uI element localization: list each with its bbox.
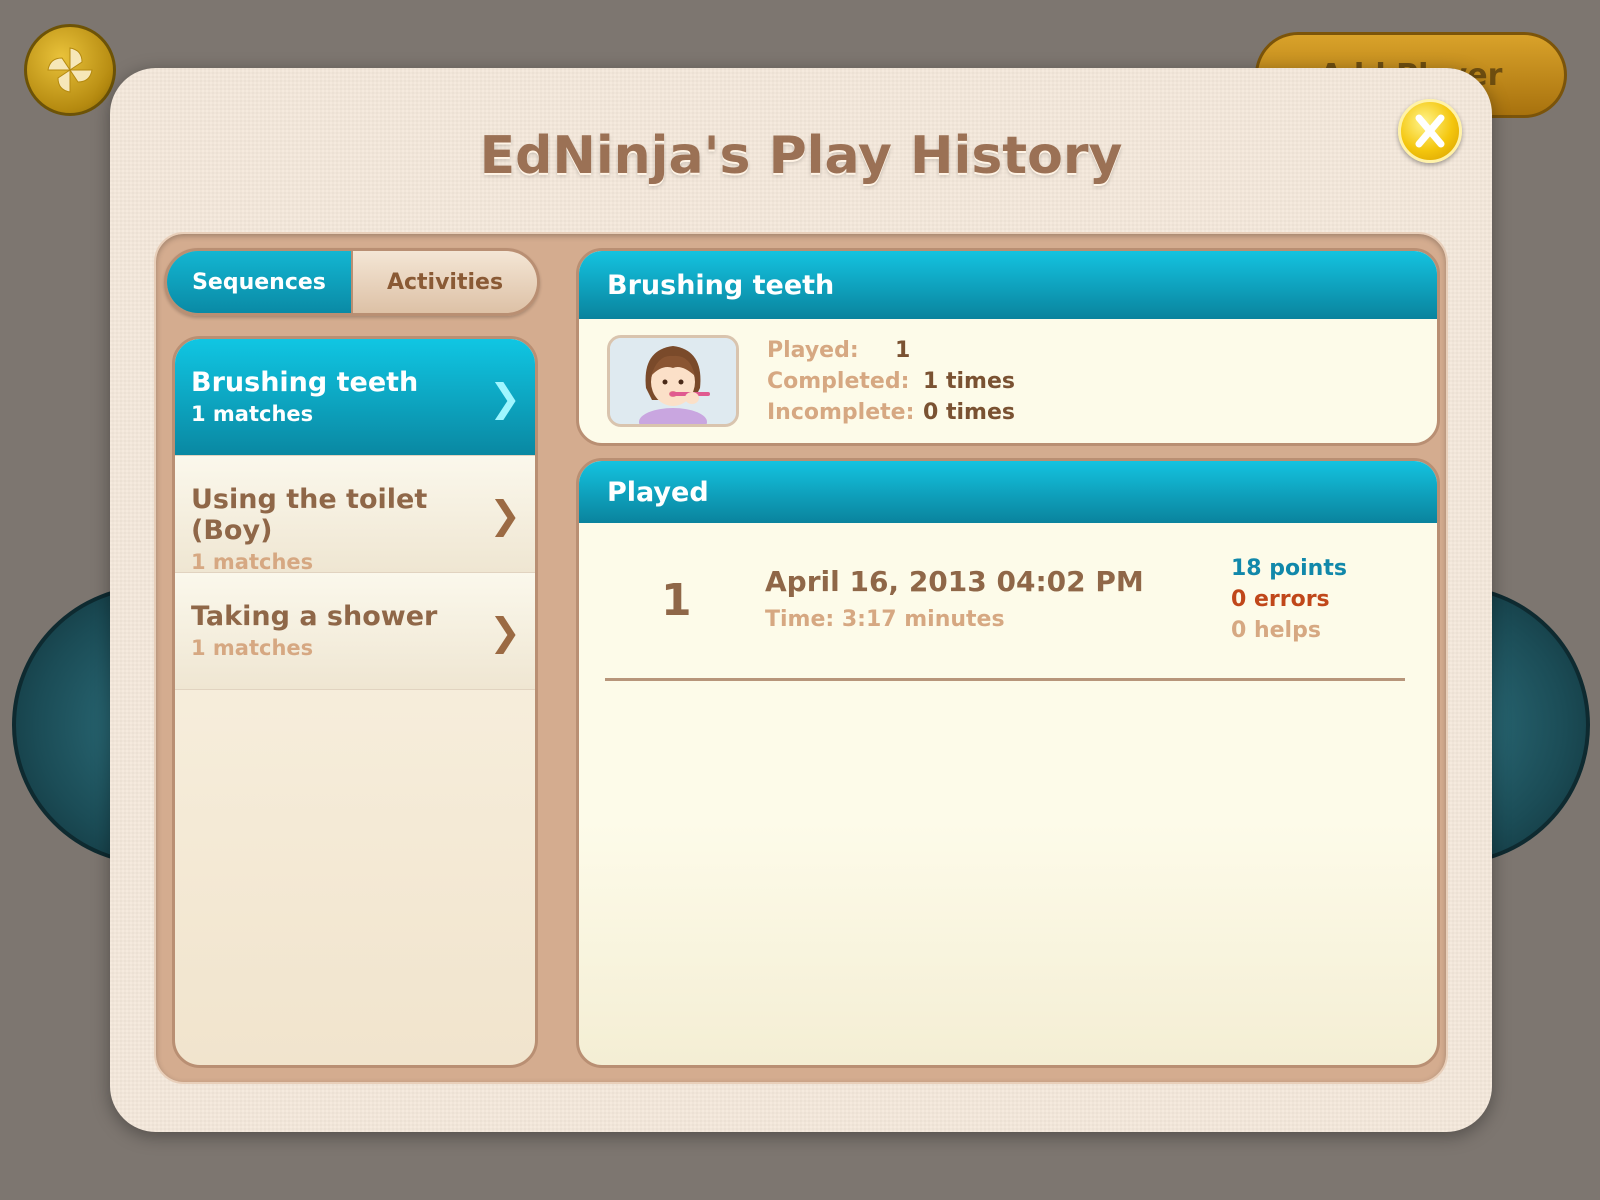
incomplete-value: 0 times (923, 400, 1015, 425)
list-item[interactable]: Brushing teeth 1 matches ❯ (175, 339, 535, 456)
item-name: Brushing teeth (191, 367, 419, 398)
close-button[interactable] (1398, 99, 1462, 163)
tab-sequences[interactable]: Sequences (167, 251, 351, 313)
item-matches: 1 matches (191, 402, 314, 426)
play-number: 1 (661, 575, 692, 626)
menu-button[interactable] (24, 24, 116, 116)
list-item[interactable]: Taking a shower 1 matches ❯ (175, 573, 535, 690)
item-matches: 1 matches (191, 636, 314, 660)
item-name: Using the toilet (Boy) (191, 484, 428, 546)
summary-title: Brushing teeth (579, 251, 1437, 319)
play-results: 18 points 0 errors 0 helps (1231, 553, 1347, 646)
chevron-right-icon: ❯ (489, 493, 521, 537)
completed-label: Completed: (767, 369, 910, 394)
helps-value: 0 helps (1231, 618, 1321, 643)
errors-value: 0 errors (1231, 587, 1330, 612)
sequence-summary-panel: Brushing teeth Played: 1 Completed: 1 ti… (576, 248, 1440, 446)
sequence-thumbnail (607, 335, 739, 427)
history-tabs: Sequences Activities (164, 248, 540, 316)
incomplete-label: Incomplete: (767, 400, 915, 425)
content-area: Sequences Activities Brushing teeth 1 ma… (154, 232, 1448, 1084)
tab-activities[interactable]: Activities (351, 251, 537, 313)
chevron-right-icon: ❯ (489, 376, 521, 420)
pinwheel-icon (47, 47, 93, 93)
item-name: Taking a shower (191, 601, 438, 632)
modal-title: EdNinja's Play History (479, 126, 1123, 186)
girl-brushing-teeth-image (610, 338, 736, 424)
play-history-modal: EdNinja's Play History Sequences Activit… (110, 68, 1492, 1132)
chevron-right-icon: ❯ (489, 610, 521, 654)
list-item[interactable]: Using the toilet (Boy) 1 matches ❯ (175, 456, 535, 574)
completed-value: 1 times (923, 369, 1015, 394)
play-date: April 16, 2013 04:02 PM (765, 565, 1144, 598)
played-label: Played: (767, 338, 859, 363)
item-matches: 1 matches (191, 550, 314, 574)
played-history-panel: Played 1 April 16, 2013 04:02 PM Time: 3… (576, 458, 1440, 1068)
played-title: Played (579, 461, 1437, 523)
points-value: 18 points (1231, 556, 1347, 581)
played-value: 1 (895, 338, 911, 363)
play-duration: Time: 3:17 minutes (765, 607, 1005, 632)
close-x-icon (1415, 114, 1445, 148)
summary-stats: Played: 1 Completed: 1 times Incomplete:… (767, 335, 1015, 428)
play-entry[interactable]: 1 April 16, 2013 04:02 PM Time: 3:17 min… (605, 545, 1405, 681)
sequence-list: Brushing teeth 1 matches ❯ Using the toi… (172, 336, 538, 1068)
